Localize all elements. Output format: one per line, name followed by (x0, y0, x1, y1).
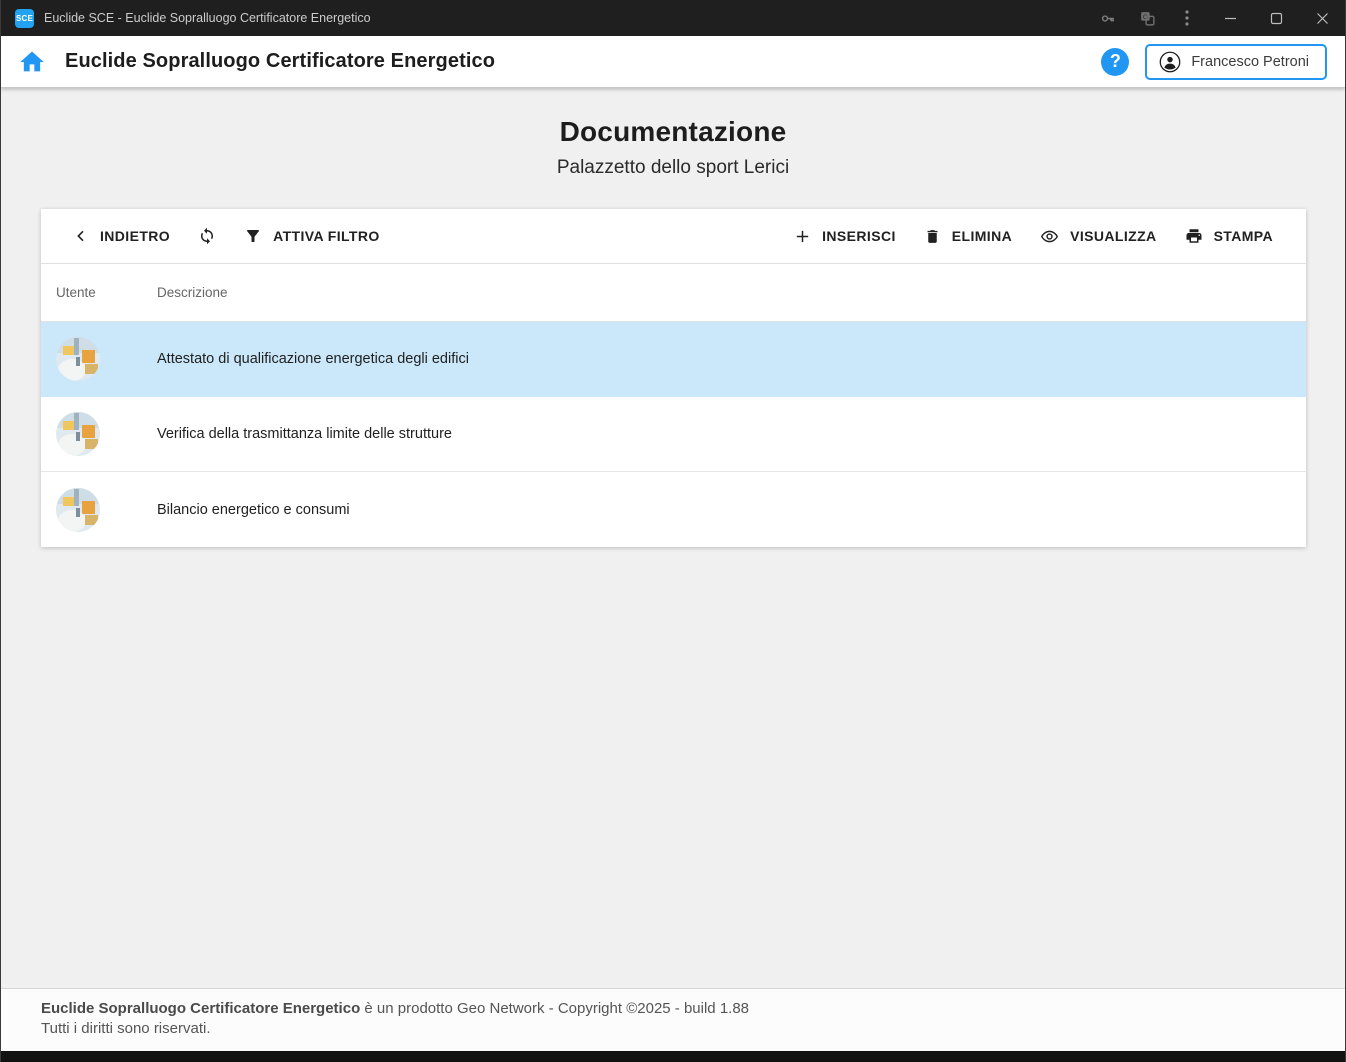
table-header-row: Utente Descrizione (41, 264, 1306, 322)
eye-icon (1040, 227, 1059, 246)
documents-card: INDIETRO ATTIVA FILTRO INSERISCI (41, 209, 1306, 547)
page-subtitle: Palazzetto dello sport Lerici (1, 157, 1345, 179)
page-title: Documentazione (1, 116, 1345, 148)
window-bottom-edge (1, 1051, 1345, 1062)
view-label: VISUALIZZA (1070, 228, 1156, 244)
document-avatar (56, 337, 100, 381)
footer-product-rest: è un prodotto Geo Network - Copyright ©2… (364, 1000, 749, 1017)
table-row[interactable]: Bilancio energetico e consumi (41, 472, 1306, 547)
refresh-icon (198, 227, 216, 245)
help-button[interactable]: ? (1101, 48, 1129, 76)
print-label: STAMPA (1214, 228, 1273, 244)
maximize-icon[interactable] (1253, 0, 1299, 36)
help-icon: ? (1101, 48, 1129, 76)
app-title: Euclide Sopralluogo Certificatore Energe… (65, 50, 495, 73)
password-key-icon[interactable] (1087, 0, 1127, 36)
user-button[interactable]: Francesco Petroni (1145, 44, 1327, 80)
trash-icon (924, 228, 941, 245)
plus-icon (794, 228, 811, 245)
app-header: Euclide Sopralluogo Certificatore Energe… (1, 36, 1345, 88)
activate-filter-label: ATTIVA FILTRO (273, 228, 380, 244)
close-icon[interactable] (1299, 0, 1345, 36)
view-button[interactable]: VISUALIZZA (1040, 227, 1156, 246)
row-description: Attestato di qualificazione energetica d… (157, 351, 469, 367)
app-icon: SCE (15, 9, 34, 28)
row-description: Verifica della trasmittanza limite delle… (157, 426, 452, 442)
footer-product-name: Euclide Sopralluogo Certificatore Energe… (41, 1000, 360, 1017)
chevron-left-icon (73, 228, 89, 244)
translate-icon[interactable]: G (1127, 0, 1167, 36)
table-row[interactable]: Attestato di qualificazione energetica d… (41, 322, 1306, 397)
insert-button[interactable]: INSERISCI (794, 228, 896, 245)
delete-button[interactable]: ELIMINA (924, 228, 1012, 245)
footer-product-line: Euclide Sopralluogo Certificatore Energe… (41, 999, 1305, 1019)
table-row[interactable]: Verifica della trasmittanza limite delle… (41, 397, 1306, 472)
user-icon (1159, 51, 1181, 73)
document-avatar (56, 412, 100, 456)
main-content: Documentazione Palazzetto dello sport Le… (1, 88, 1345, 988)
refresh-button[interactable] (198, 227, 216, 245)
delete-label: ELIMINA (952, 228, 1012, 244)
window-title: Euclide SCE - Euclide Sopralluogo Certif… (44, 11, 371, 25)
print-button[interactable]: STAMPA (1185, 227, 1273, 245)
os-titlebar: SCE Euclide SCE - Euclide Sopralluogo Ce… (1, 0, 1345, 36)
browser-menu-icon[interactable] (1167, 0, 1207, 36)
column-header-descrizione: Descrizione (157, 285, 228, 300)
footer-rights: Tutti i diritti sono riservati. (41, 1019, 1305, 1039)
back-button[interactable]: INDIETRO (73, 228, 170, 244)
insert-label: INSERISCI (822, 228, 896, 244)
column-header-utente: Utente (56, 285, 157, 300)
activate-filter-button[interactable]: ATTIVA FILTRO (244, 227, 380, 245)
home-icon[interactable] (13, 44, 51, 80)
documents-toolbar: INDIETRO ATTIVA FILTRO INSERISCI (41, 209, 1306, 264)
document-avatar (56, 488, 100, 532)
app-footer: Euclide Sopralluogo Certificatore Energe… (1, 988, 1345, 1051)
filter-icon (244, 227, 262, 245)
back-label: INDIETRO (100, 228, 170, 244)
row-description: Bilancio energetico e consumi (157, 502, 350, 518)
minimize-icon[interactable] (1207, 0, 1253, 36)
user-name: Francesco Petroni (1191, 54, 1309, 70)
printer-icon (1185, 227, 1203, 245)
